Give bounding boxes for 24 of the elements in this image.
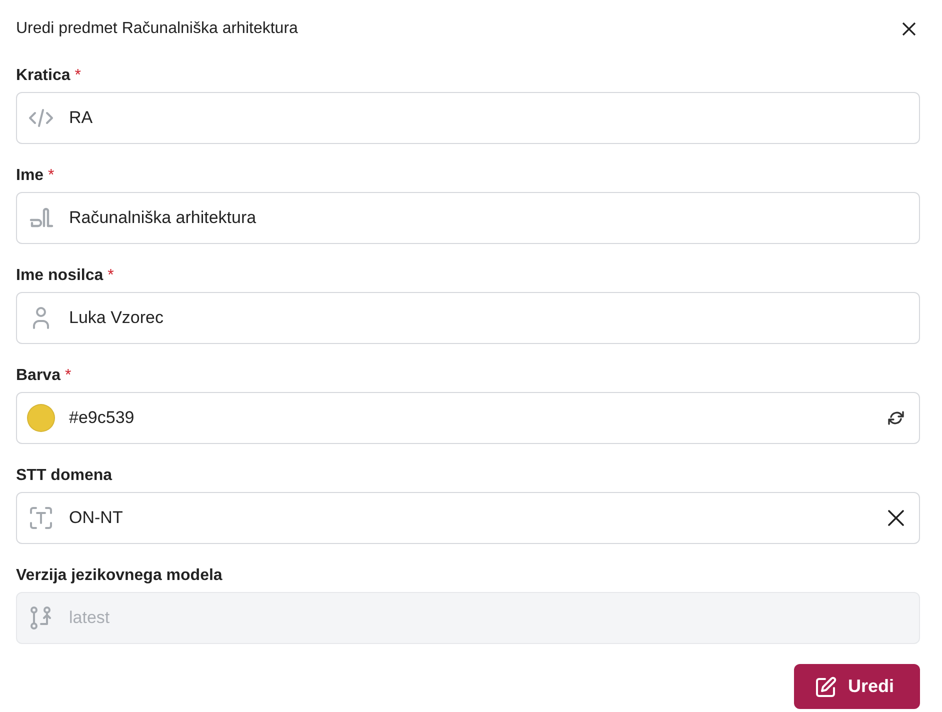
field-label: Verzija jezikovnega modela [16, 567, 222, 584]
input-field[interactable]: Luka Vzorec [16, 292, 920, 344]
dialog-title: Uredi predmet Računalniška arhitektura [16, 19, 298, 39]
required-mark: * [48, 167, 54, 184]
close-icon [900, 20, 918, 38]
field-label: STT domena [16, 467, 112, 484]
refresh-button[interactable] [886, 408, 906, 428]
required-mark: * [64, 367, 72, 384]
text-scan-icon [27, 504, 55, 532]
field-label: Kratica [16, 67, 70, 84]
refresh-icon [886, 408, 906, 428]
field-label: Ime nosilca [16, 267, 104, 284]
input-field[interactable]: ON-NT [16, 492, 920, 544]
input-field[interactable]: Računalniška arhitektura [16, 192, 920, 244]
field-label: Ime [16, 167, 44, 184]
required-mark: * [74, 67, 81, 84]
clear-button[interactable] [886, 508, 906, 528]
edit-button[interactable]: Uredi [794, 664, 920, 709]
input-field[interactable]: #e9c539 [16, 392, 920, 444]
required-mark: * [108, 267, 114, 284]
clear-icon [886, 508, 906, 528]
edit-icon [814, 674, 838, 698]
input-field[interactable]: RA [16, 92, 920, 144]
field-label: Barva [16, 367, 60, 384]
